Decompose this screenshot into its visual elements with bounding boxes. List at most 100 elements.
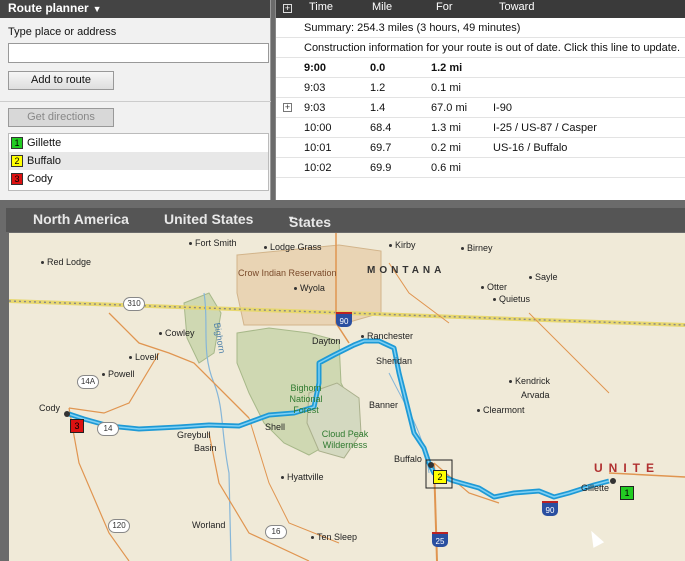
route-planner-panel: Route planner ▼ Type place or address Add… [0,0,271,200]
row-mile: 1.2 [370,82,386,94]
direction-row[interactable]: 9:00 0.0 1.2 mi [276,58,685,78]
row-time: 10:00 [304,122,332,134]
place-birney: Birney [461,243,493,253]
summary-row: Summary: 254.3 miles (3 hours, 49 minute… [276,18,685,38]
place-clearmont: Clearmont [477,405,525,415]
place-wyola: Wyola [294,283,325,293]
row-for: 67.0 mi [431,102,468,114]
col-time-header[interactable]: Time [309,1,333,13]
place-gillette: Gillette [581,483,610,493]
stop-number-badge: 3 [11,173,23,186]
direction-row[interactable]: 9:03 1.2 0.1 mi [276,78,685,98]
row-for: 0.6 mi [431,162,461,174]
stop-name: Gillette [27,137,62,149]
route-shield-120: 120 [108,519,130,533]
row-for: 0.1 mi [431,82,461,94]
map-marker-gillette[interactable]: 1 [620,486,634,500]
stop-item[interactable]: 1 Gillette [9,134,268,152]
place-greybull: Greybull [177,430,211,440]
address-input[interactable] [8,43,269,63]
directions-panel: + Time Mile For Toward Summary: 254.3 mi… [275,0,685,200]
col-for-header[interactable]: For [436,1,453,13]
route-waypoint-dot [428,462,434,468]
place-lovell: Lovell [129,352,159,362]
directions-header: + Time Mile For Toward [276,0,685,18]
map-breadcrumb-bar: North America United States States ▾ [6,208,685,232]
reservation-label: Crow Indian Reservation [238,268,337,278]
row-time: 9:03 [304,102,326,114]
place-hyattville: Hyattville [281,472,324,482]
place-red-lodge: Red Lodge [41,257,91,267]
breadcrumb-country[interactable]: United States [164,211,253,227]
direction-row[interactable]: 10:00 68.4 1.3 mi I-25 / US-87 / Casper [276,118,685,138]
map-canvas[interactable]: Fort Smith Lodge Grass Kirby Birney Red … [9,233,685,561]
route-start-dot [64,411,70,417]
route-planner-title: Route planner [8,1,89,15]
row-for: 1.3 mi [431,122,461,134]
row-time: 10:02 [304,162,332,174]
row-for: 1.2 mi [431,62,463,74]
expand-all-icon[interactable]: + [283,4,292,13]
col-toward-header[interactable]: Toward [499,1,534,13]
place-kendrick: Kendrick [509,376,550,386]
row-toward: US-16 / Buffalo [493,142,568,154]
row-mile: 68.4 [370,122,392,134]
chevron-down-icon: ▾ [289,214,294,223]
construction-row[interactable]: Construction information for your route … [276,38,685,58]
states-label: States [289,214,332,230]
get-directions-button[interactable]: Get directions [8,108,114,127]
place-dayton: Dayton [312,336,341,346]
stop-number-badge: 2 [11,155,23,168]
row-mile: 1.4 [370,102,386,114]
breadcrumb-region[interactable]: North America [33,211,129,227]
row-time: 9:00 [304,62,327,74]
place-powell: Powell [102,369,135,379]
stop-number-badge: 1 [11,137,23,150]
stop-name: Cody [27,173,53,185]
place-sayle: Sayle [529,272,558,282]
place-label: Type place or address [8,26,117,38]
place-ten-sleep: Ten Sleep [311,532,357,542]
chevron-down-icon[interactable]: ▼ [93,4,102,14]
route-shield-14: 14 [97,422,119,436]
place-banner: Banner [369,400,399,410]
direction-row[interactable]: 10:01 69.7 0.2 mi US-16 / Buffalo [276,138,685,158]
row-mile: 69.9 [370,162,392,174]
direction-row[interactable]: + 9:03 1.4 67.0 mi I-90 [276,98,685,118]
stop-list: 1 Gillette 2 Buffalo 3 Cody [8,133,269,191]
place-ranchester: Ranchester [361,331,413,341]
interstate-shield-25: 25 [432,532,448,547]
row-for: 0.2 mi [431,142,461,154]
map-marker-cody[interactable]: 3 [70,419,84,433]
summary-text: Summary: 254.3 miles (3 hours, 49 minute… [304,22,521,34]
interstate-shield-90: 90 [542,501,558,516]
direction-row[interactable]: 10:02 69.9 0.6 mi [276,158,685,178]
state-label-montana: MONTANA [367,265,446,276]
col-mile-header[interactable]: Mile [372,1,392,13]
add-to-route-button[interactable]: Add to route [8,71,114,90]
row-toward: I-25 / US-87 / Casper [493,122,597,134]
row-mile: 0.0 [370,62,386,74]
place-basin: Basin [194,443,217,453]
place-shell: Shell [265,422,286,432]
divider [0,101,271,102]
place-sheridan: Sheridan [376,356,413,366]
route-end-dot [610,478,616,484]
expand-step-icon[interactable]: + [283,103,292,112]
country-label: UNITE [594,461,660,475]
stop-item[interactable]: 3 Cody [9,170,268,188]
route-shield-16: 16 [265,525,287,539]
place-lodge-grass: Lodge Grass [264,242,322,252]
place-arvada: Arvada [521,390,550,400]
row-toward: I-90 [493,102,512,114]
route-planner-header[interactable]: Route planner ▼ [0,0,270,18]
place-buffalo: Buffalo [394,454,422,464]
stop-name: Buffalo [27,155,62,167]
interstate-shield-90: 90 [336,312,352,327]
route-shield-310: 310 [123,297,145,311]
construction-notice[interactable]: Construction information for your route … [304,42,680,54]
place-worland: Worland [192,520,226,530]
map-marker-buffalo[interactable]: 2 [433,470,447,484]
place-otter: Otter [481,282,507,292]
stop-item[interactable]: 2 Buffalo [9,152,268,170]
